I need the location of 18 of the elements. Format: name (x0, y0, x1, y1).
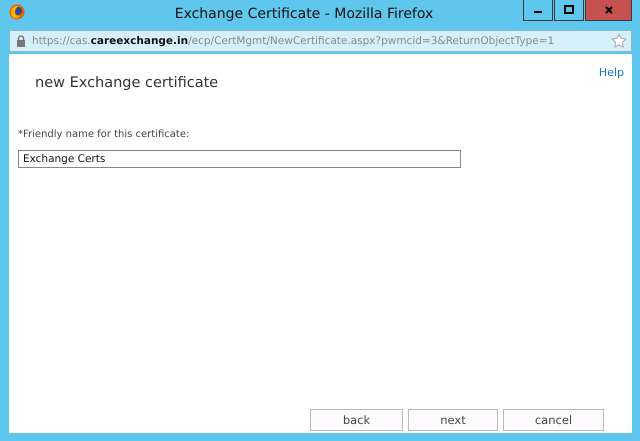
close-icon (604, 5, 614, 15)
lock-icon (16, 35, 26, 47)
star-icon[interactable] (611, 33, 627, 49)
cancel-button[interactable]: cancel (503, 409, 604, 431)
back-button[interactable]: back (310, 409, 403, 431)
friendly-name-field[interactable]: Exchange Certs (18, 150, 461, 168)
browser-logo-icon (9, 4, 25, 20)
maximize-icon (564, 5, 574, 15)
close-button[interactable] (585, 0, 632, 21)
next-button[interactable]: next (408, 409, 498, 431)
maximize-button[interactable] (554, 0, 584, 21)
field-label: *Friendly name for this certificate: (18, 129, 190, 140)
page-heading: new Exchange certificate (35, 75, 218, 91)
address-bar[interactable]: https://cas.careexchange.in/ecp/CertMgmt/NewCertificate.aspx?pwmcid=3&ReturnObjectType=1 (9, 30, 632, 52)
url-text: https://cas.careexchange.in/ecp/CertMgmt/NewCertificate.aspx?pwmcid=3&ReturnObjectType=1 (32, 35, 556, 47)
help-link[interactable]: Help (598, 66, 624, 79)
window-title: Exchange Certificate - Mozilla Firefox (174, 6, 434, 22)
minimize-button[interactable] (523, 0, 553, 21)
